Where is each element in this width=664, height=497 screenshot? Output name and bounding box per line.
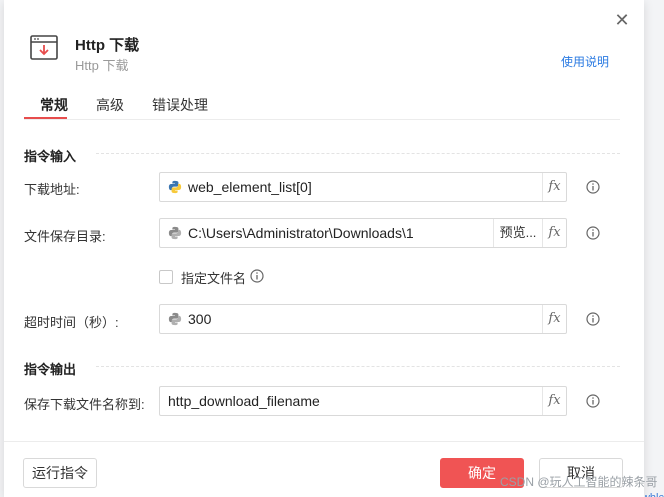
info-icon[interactable] (586, 312, 600, 326)
tab-advanced[interactable]: 高级 (96, 95, 124, 115)
tab-error-handling[interactable]: 错误处理 (152, 95, 208, 115)
timeout-value: 300 (188, 311, 212, 327)
background-text: whlc (642, 492, 664, 497)
tab-general[interactable]: 常规 (40, 95, 68, 115)
tab-bar: 常规 高级 错误处理 (24, 88, 620, 120)
python-icon (168, 180, 182, 194)
close-icon[interactable]: ✕ (612, 10, 632, 30)
background-app-right (642, 0, 664, 497)
help-link[interactable]: 使用说明 (561, 53, 609, 70)
output-section-title: 指令输出 (24, 362, 77, 377)
fx-button[interactable]: fx (542, 219, 566, 247)
python-icon (168, 312, 182, 326)
python-icon (168, 226, 182, 240)
http-download-dialog: ✕ Http 下载 Http 下载 使用说明 常规 高级 错误处理 指令输入 下… (4, 0, 658, 497)
section-divider (96, 153, 620, 154)
save-name-field[interactable]: http_download_filename fx (159, 386, 567, 416)
watermark: CSDN @玩人工智能的辣条哥 (500, 475, 658, 489)
timeout-label: 超时时间（秒）: (24, 315, 119, 330)
fx-button[interactable]: fx (542, 173, 566, 201)
dialog-title: Http 下载 (75, 37, 140, 54)
info-icon[interactable] (586, 226, 600, 240)
download-url-field[interactable]: web_element_list[0] fx (159, 172, 567, 202)
fx-button[interactable]: fx (542, 305, 566, 333)
section-divider (96, 366, 620, 367)
info-icon[interactable] (586, 394, 600, 408)
input-section-title: 指令输入 (24, 149, 77, 164)
specify-filename-label: 指定文件名 (181, 271, 247, 286)
run-command-button[interactable]: 运行指令 (23, 458, 97, 488)
info-icon[interactable] (250, 269, 264, 283)
download-window-icon (30, 35, 58, 60)
info-icon[interactable] (586, 180, 600, 194)
specify-filename-checkbox[interactable] (159, 270, 173, 284)
footer-divider (4, 441, 644, 442)
timeout-field[interactable]: 300 fx (159, 304, 567, 334)
active-tab-indicator (24, 117, 67, 119)
download-url-value: web_element_list[0] (188, 179, 312, 195)
save-name-value: http_download_filename (168, 393, 320, 409)
save-dir-label: 文件保存目录: (24, 229, 106, 244)
fx-button[interactable]: fx (542, 387, 566, 415)
download-url-label: 下载地址: (24, 182, 80, 197)
dialog-subtitle: Http 下载 (75, 58, 129, 73)
save-dir-value: C:\Users\Administrator\Downloads\1 (188, 225, 414, 241)
save-dir-field[interactable]: C:\Users\Administrator\Downloads\1 预览...… (159, 218, 567, 248)
browse-button[interactable]: 预览... (493, 219, 542, 247)
save-name-label: 保存下载文件名称到: (24, 397, 145, 412)
